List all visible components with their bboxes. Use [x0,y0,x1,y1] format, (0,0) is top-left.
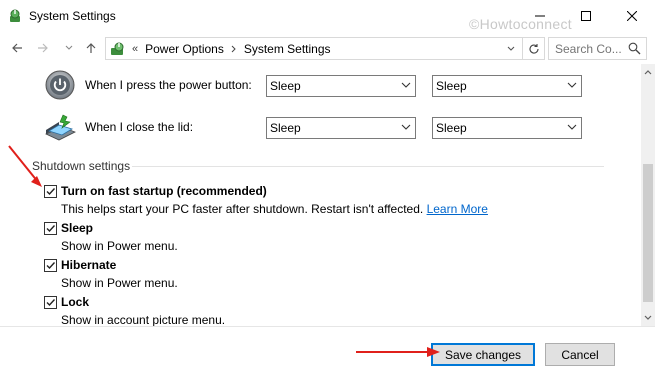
sleep-checkbox[interactable] [44,222,57,235]
scrollbar-thumb[interactable] [643,164,653,302]
up-arrow-icon [86,43,96,53]
chevron-down-icon [507,46,515,51]
scroll-up-button[interactable] [641,64,655,80]
navigation-bar: « Power Options System Settings [0,32,655,64]
search-icon [628,42,641,55]
shutdown-settings-heading: Shutdown settings [32,159,131,173]
checkmark-icon [46,225,56,233]
address-dropdown-button[interactable] [500,38,522,59]
minimize-button[interactable] [517,0,563,32]
fast-startup-label[interactable]: Turn on fast startup (recommended) [61,184,267,198]
dialog-footer: Save changes Cancel [0,326,655,372]
chevron-down-icon [401,124,411,130]
chevron-down-icon [567,124,577,130]
fast-startup-description: This helps start your PC faster after sh… [61,202,488,216]
section-divider [132,166,604,167]
select-value: Sleep [270,79,301,93]
lid-close-on-battery-select[interactable]: Sleep [266,117,416,139]
select-value: Sleep [270,121,301,135]
chevron-down-icon [644,315,652,320]
address-bar[interactable]: « Power Options System Settings [105,37,523,60]
fast-startup-checkbox[interactable] [44,185,57,198]
power-button-label: When I press the power button: [85,78,252,92]
settings-content: When I press the power button: Sleep Sle… [0,64,641,326]
maximize-button[interactable] [563,0,609,32]
minimize-icon [535,15,545,17]
scroll-down-button[interactable] [641,310,655,326]
checkmark-icon [46,188,56,196]
hibernate-checkbox[interactable] [44,259,57,272]
refresh-icon [528,43,539,54]
breadcrumb-power-options[interactable]: Power Options [145,42,224,56]
chevron-down-icon [567,82,577,88]
search-box[interactable] [548,37,647,60]
close-button[interactable] [609,0,655,32]
refresh-button[interactable] [523,37,545,60]
chevron-down-icon [65,45,73,50]
chevron-down-icon [401,82,411,88]
control-panel-icon [111,42,124,55]
hibernate-description: Show in Power menu. [61,276,178,290]
select-value: Sleep [436,79,467,93]
close-icon [627,11,637,21]
sleep-description: Show in Power menu. [61,239,178,253]
checkmark-icon [46,262,56,270]
save-changes-button[interactable]: Save changes [431,343,535,366]
breadcrumb-overflow[interactable]: « [132,43,138,55]
maximize-icon [581,11,591,21]
hibernate-label[interactable]: Hibernate [61,258,116,272]
sleep-label[interactable]: Sleep [61,221,93,235]
forward-arrow-icon [38,43,48,53]
breadcrumb-system-settings[interactable]: System Settings [244,42,331,56]
title-bar: System Settings ©Howtoconnect [0,0,655,32]
select-value: Sleep [436,121,467,135]
cancel-button[interactable]: Cancel [545,343,615,366]
lid-close-label: When I close the lid: [85,120,194,134]
power-button-on-battery-select[interactable]: Sleep [266,75,416,97]
lid-close-row: When I close the lid: Sleep Sleep [0,110,641,146]
lid-close-plugged-in-select[interactable]: Sleep [432,117,582,139]
lock-label[interactable]: Lock [61,295,89,309]
up-button[interactable] [82,38,100,58]
back-button[interactable] [8,38,26,58]
breadcrumb-chevron-icon [231,45,236,52]
power-button-plugged-in-select[interactable]: Sleep [432,75,582,97]
power-button-row: When I press the power button: Sleep Sle… [0,68,641,104]
lock-description: Show in account picture menu. [61,313,226,326]
recent-locations-button[interactable] [60,38,78,58]
vertical-scrollbar[interactable] [641,64,655,326]
chevron-up-icon [644,70,652,75]
power-button-icon [45,70,75,100]
search-input[interactable] [555,41,631,56]
back-arrow-icon [12,43,22,53]
lock-checkbox[interactable] [44,296,57,309]
power-options-app-icon [10,9,20,22]
fast-startup-description-text: This helps start your PC faster after sh… [61,202,424,216]
laptop-lid-icon [45,114,76,141]
forward-button[interactable] [34,38,52,58]
window-title: System Settings [29,9,116,23]
learn-more-link[interactable]: Learn More [427,202,488,216]
checkmark-icon [46,299,56,307]
